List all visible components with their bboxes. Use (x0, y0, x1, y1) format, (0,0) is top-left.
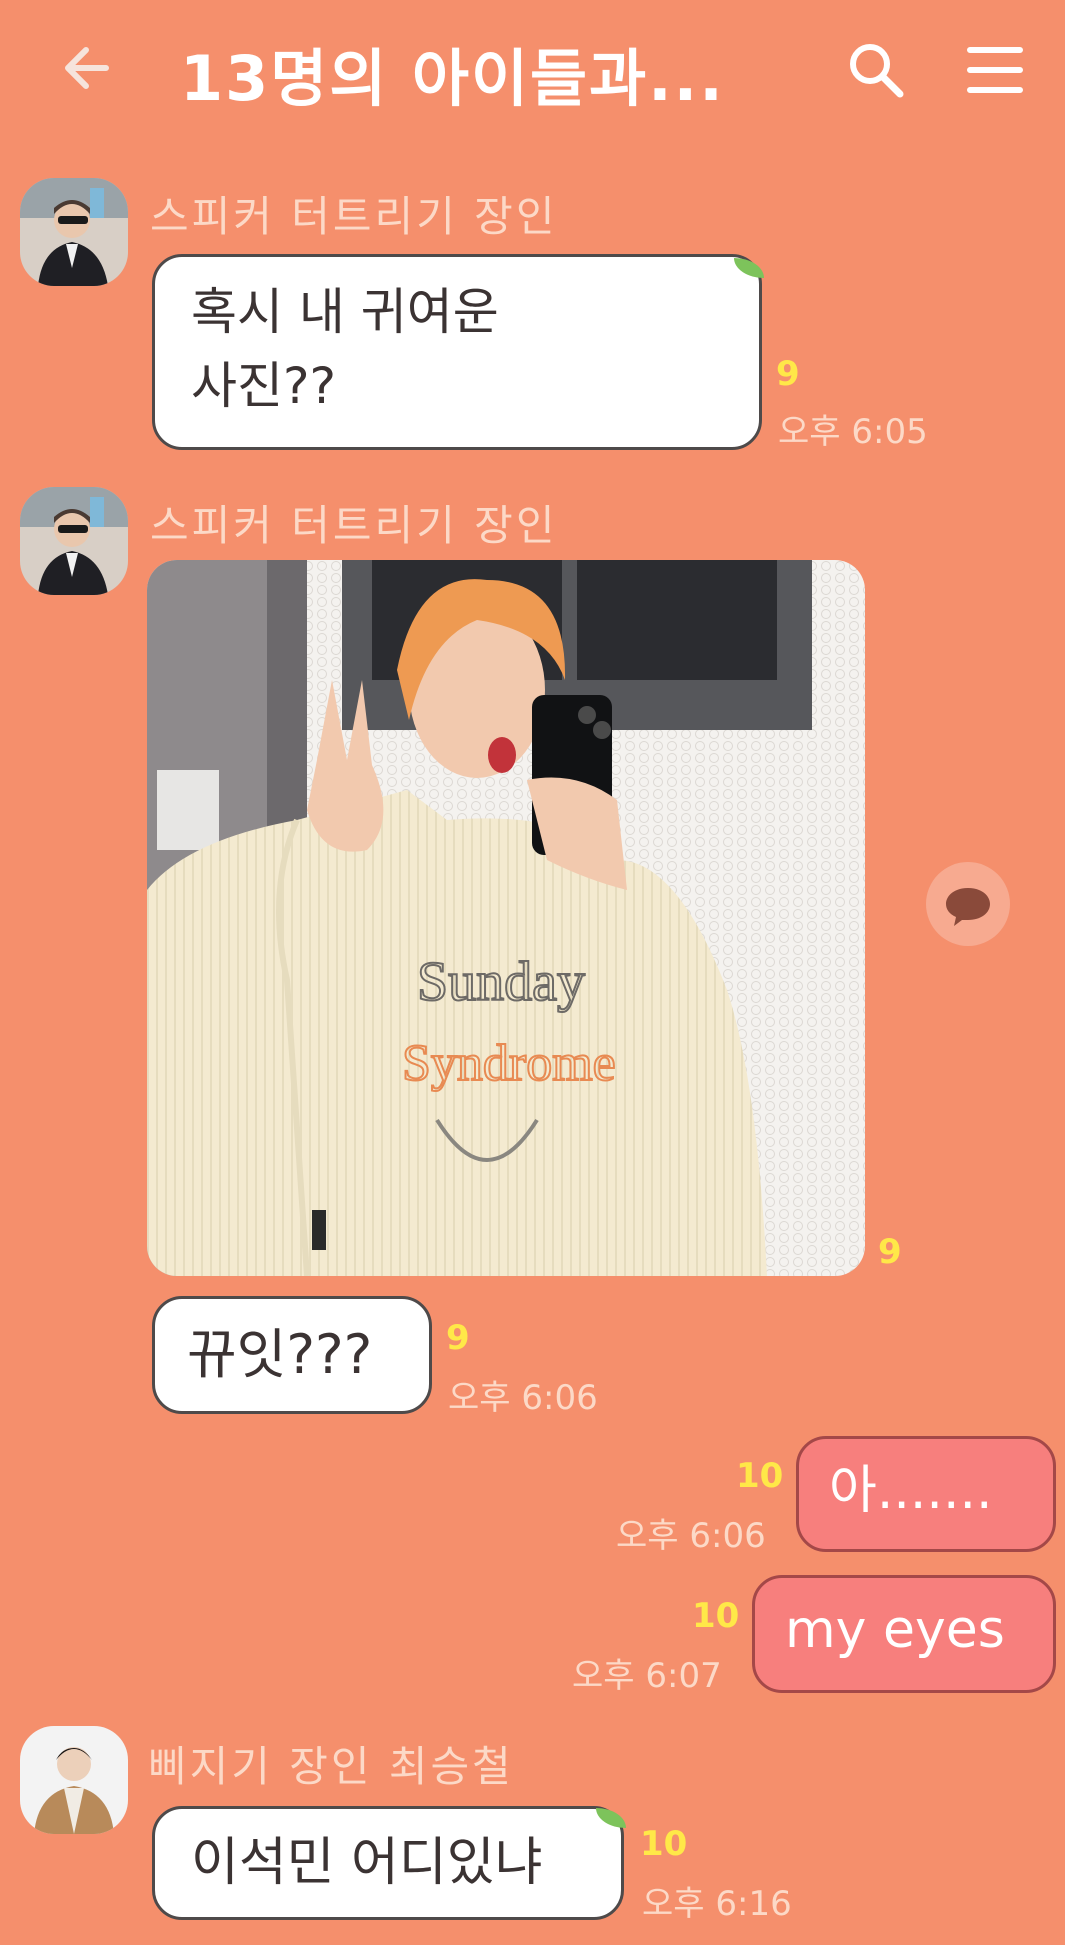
svg-text:Syndrome: Syndrome (402, 1035, 616, 1092)
message-time: 오후 6:06 (448, 1378, 598, 1418)
unread-count: 10 (692, 1596, 740, 1636)
message-time: 오후 6:16 (642, 1884, 792, 1924)
floating-chat-button[interactable] (926, 862, 1010, 946)
sender-name: 스피커 터트리기 장인 (150, 192, 558, 241)
message-bubble[interactable]: 뀨잇??? (152, 1296, 432, 1414)
outgoing-message-bubble[interactable]: 아....... (796, 1436, 1056, 1552)
selfie-image: Sunday Syndrome (147, 560, 865, 1276)
message-time: 오후 6:06 (616, 1516, 766, 1556)
avatar-photo (20, 1726, 128, 1834)
message-time: 오후 6:07 (572, 1656, 722, 1696)
message-line: 사진?? (191, 357, 337, 415)
avatar-photo (20, 487, 128, 595)
sender-name: 삐지기 장인 최승철 (148, 1742, 514, 1791)
chat-bubble-icon (946, 888, 990, 926)
shared-photo[interactable]: Sunday Syndrome (147, 560, 865, 1276)
unread-count: 9 (776, 354, 800, 394)
message-text: 이석민 어디있냐 (191, 1833, 543, 1893)
sender-name: 스피커 터트리기 장인 (150, 501, 558, 550)
menu-icon[interactable] (966, 42, 1024, 98)
message-bubble[interactable]: 혹시 내 귀여운 사진?? (152, 254, 762, 450)
avatar-photo (20, 178, 128, 286)
outgoing-message-bubble[interactable]: my eyes (752, 1575, 1056, 1693)
avatar[interactable] (20, 1726, 128, 1834)
message-text: 뀨잇??? (187, 1323, 373, 1386)
svg-text:Sunday: Sunday (417, 951, 585, 1013)
unread-count: 9 (446, 1318, 470, 1358)
avatar[interactable] (20, 178, 128, 286)
avatar[interactable] (20, 487, 128, 595)
unread-count: 9 (878, 1232, 902, 1272)
message-bubble[interactable]: 이석민 어디있냐 (152, 1806, 624, 1920)
message-text: my eyes (785, 1600, 1005, 1660)
unread-count: 10 (736, 1456, 784, 1496)
message-text: 아....... (829, 1461, 993, 1521)
chat-header: 13명의 아이들과... (0, 0, 1065, 140)
message-line: 혹시 내 귀여운 (191, 283, 499, 341)
back-arrow-icon[interactable] (58, 38, 118, 98)
search-icon[interactable] (846, 40, 906, 100)
chat-title: 13명의 아이들과... (180, 42, 725, 115)
message-time: 오후 6:05 (778, 412, 928, 452)
unread-count: 10 (640, 1824, 688, 1864)
